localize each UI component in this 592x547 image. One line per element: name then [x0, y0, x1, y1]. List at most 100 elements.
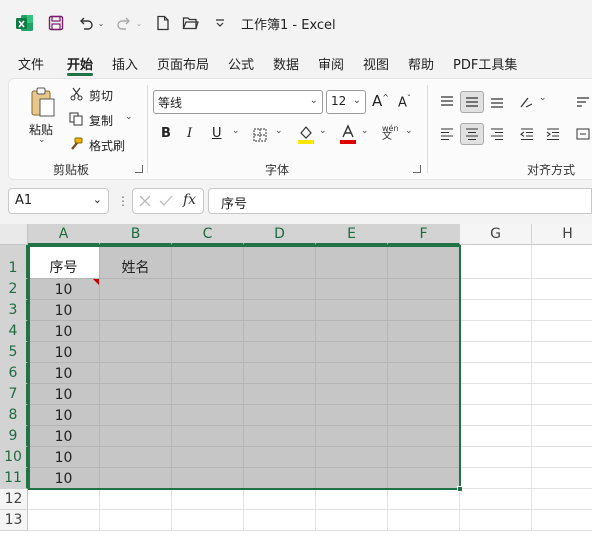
row-header-13[interactable]: 13 [0, 510, 28, 531]
tab-data[interactable]: 数据 [273, 54, 299, 73]
cell-h4[interactable] [532, 321, 592, 342]
cell-f8[interactable] [388, 405, 460, 426]
cell-d5[interactable] [244, 342, 316, 363]
undo-icon[interactable] [76, 12, 96, 34]
insert-function-icon[interactable]: fx [183, 192, 196, 208]
cut-icon[interactable] [69, 87, 83, 101]
cell-e7[interactable] [316, 384, 388, 405]
align-top-icon[interactable] [435, 91, 459, 113]
cell-e1[interactable] [316, 245, 388, 279]
cell-h12[interactable] [532, 489, 592, 510]
enter-check-icon[interactable] [159, 194, 173, 212]
cell-f9[interactable] [388, 426, 460, 447]
cell-c11[interactable] [172, 468, 244, 489]
cell-c5[interactable] [172, 342, 244, 363]
cell-e10[interactable] [316, 447, 388, 468]
cell-e2[interactable] [316, 279, 388, 300]
cell-b10[interactable] [100, 447, 172, 468]
cell-h2[interactable] [532, 279, 592, 300]
increase-font-icon[interactable]: A^ [372, 92, 389, 110]
cell-f12[interactable] [388, 489, 460, 510]
cell-b8[interactable] [100, 405, 172, 426]
cell-g2[interactable] [460, 279, 532, 300]
cell-c12[interactable] [172, 489, 244, 510]
cell-h7[interactable] [532, 384, 592, 405]
cell-h1[interactable] [532, 245, 592, 279]
cell-a13[interactable] [28, 510, 100, 531]
decrease-indent-icon[interactable] [515, 123, 539, 145]
cell-h10[interactable] [532, 447, 592, 468]
cell-h5[interactable] [532, 342, 592, 363]
cell-h13[interactable] [532, 510, 592, 531]
font-color-dropdown-icon[interactable]: ⌄ [361, 126, 369, 136]
cancel-icon[interactable] [138, 194, 152, 212]
cell-f10[interactable] [388, 447, 460, 468]
cell-f11[interactable] [388, 468, 460, 489]
borders-dropdown-icon[interactable]: ⌄ [275, 126, 283, 136]
cell-f5[interactable] [388, 342, 460, 363]
cell-a4[interactable]: 10 [28, 321, 100, 342]
column-header-h[interactable]: H [532, 224, 592, 245]
cell-h9[interactable] [532, 426, 592, 447]
increase-indent-icon[interactable] [541, 123, 565, 145]
cell-e9[interactable] [316, 426, 388, 447]
copy-icon[interactable] [69, 112, 83, 126]
tab-file[interactable]: 文件 [18, 54, 44, 73]
tab-home[interactable]: 开始 [67, 54, 93, 73]
more-options-icon[interactable]: ⋮ [117, 194, 129, 208]
phonetic-icon[interactable]: wén 文 [382, 125, 399, 142]
tab-help[interactable]: 帮助 [408, 54, 434, 73]
cell-e13[interactable] [316, 510, 388, 531]
row-header-9[interactable]: 9 [0, 426, 28, 447]
cell-e5[interactable] [316, 342, 388, 363]
cell-b2[interactable] [100, 279, 172, 300]
align-bottom-icon[interactable] [485, 91, 509, 113]
cell-a8[interactable]: 10 [28, 405, 100, 426]
formula-input[interactable]: 序号 [208, 188, 592, 214]
wrap-text-icon[interactable] [571, 91, 592, 113]
row-header-8[interactable]: 8 [0, 405, 28, 426]
cell-h11[interactable] [532, 468, 592, 489]
cell-e4[interactable] [316, 321, 388, 342]
align-middle-icon[interactable] [460, 91, 484, 113]
cell-b6[interactable] [100, 363, 172, 384]
merge-center-icon[interactable] [571, 123, 592, 145]
copy-label[interactable]: 复制 [89, 112, 113, 129]
tab-review[interactable]: 审阅 [318, 54, 344, 73]
cell-g4[interactable] [460, 321, 532, 342]
worksheet-grid[interactable]: A B C D E F G H 1 序号 姓名 2 10 3 10 4 10 5 10 6 10 7 10 8 10 9 10 10 1… [0, 224, 592, 547]
cell-c1[interactable] [172, 245, 244, 279]
cell-a11[interactable]: 10 [28, 468, 100, 489]
cell-g6[interactable] [460, 363, 532, 384]
cell-g9[interactable] [460, 426, 532, 447]
column-header-c[interactable]: C [172, 224, 244, 245]
error-indicator-icon[interactable] [93, 279, 99, 285]
cell-f4[interactable] [388, 321, 460, 342]
cell-c6[interactable] [172, 363, 244, 384]
redo-dropdown-icon[interactable]: ⌄ [134, 12, 144, 34]
paste-icon[interactable] [27, 85, 59, 119]
row-header-10[interactable]: 10 [0, 447, 28, 468]
cell-a3[interactable]: 10 [28, 300, 100, 321]
cell-d4[interactable] [244, 321, 316, 342]
cell-g12[interactable] [460, 489, 532, 510]
fill-color-dropdown-icon[interactable]: ⌄ [319, 126, 327, 136]
column-header-e[interactable]: E [316, 224, 388, 245]
cell-e11[interactable] [316, 468, 388, 489]
cell-e6[interactable] [316, 363, 388, 384]
cell-c2[interactable] [172, 279, 244, 300]
cell-g1[interactable] [460, 245, 532, 279]
cell-g7[interactable] [460, 384, 532, 405]
cell-c13[interactable] [172, 510, 244, 531]
tab-page-layout[interactable]: 页面布局 [157, 54, 209, 73]
cell-b1[interactable]: 姓名 [100, 245, 172, 279]
align-center-icon[interactable] [460, 123, 484, 145]
cell-g10[interactable] [460, 447, 532, 468]
row-header-4[interactable]: 4 [0, 321, 28, 342]
row-header-11[interactable]: 11 [0, 468, 28, 489]
cell-a6[interactable]: 10 [28, 363, 100, 384]
cell-d9[interactable] [244, 426, 316, 447]
cell-d10[interactable] [244, 447, 316, 468]
cell-g11[interactable] [460, 468, 532, 489]
cell-c4[interactable] [172, 321, 244, 342]
